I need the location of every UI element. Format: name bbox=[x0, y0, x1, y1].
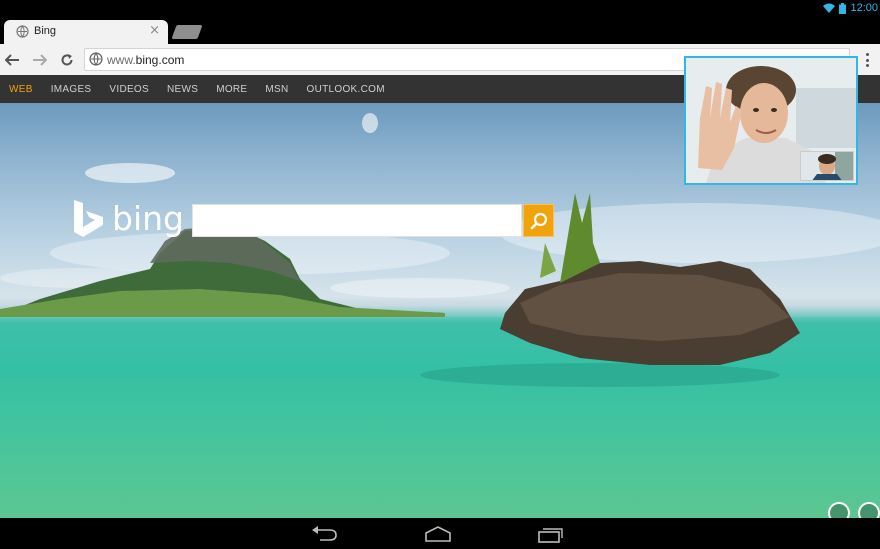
bing-logo-text: bing bbox=[112, 198, 184, 238]
self-video-feed[interactable] bbox=[800, 151, 854, 181]
recents-icon[interactable] bbox=[536, 525, 566, 543]
globe-icon bbox=[89, 52, 103, 66]
new-tab-button[interactable] bbox=[171, 25, 203, 39]
url-prefix: www. bbox=[107, 53, 136, 67]
nav-web[interactable]: WEB bbox=[0, 84, 42, 95]
nav-outlook[interactable]: OUTLOOK.COM bbox=[298, 84, 394, 95]
status-time: 12:00 bbox=[850, 2, 878, 14]
back-button[interactable] bbox=[2, 50, 22, 70]
video-call-window[interactable] bbox=[684, 56, 858, 185]
bing-logo[interactable]: bing bbox=[73, 199, 184, 238]
url-text: www.bing.com bbox=[107, 53, 184, 67]
reload-button[interactable] bbox=[57, 50, 77, 70]
url-host: bing.com bbox=[135, 53, 185, 67]
self-portrait bbox=[801, 152, 853, 180]
menu-icon[interactable] bbox=[866, 53, 870, 67]
info-icon[interactable] bbox=[828, 502, 850, 518]
system-nav-bar bbox=[0, 518, 880, 549]
globe-icon bbox=[16, 25, 29, 38]
tab-title: Bing bbox=[34, 25, 57, 37]
nav-news[interactable]: NEWS bbox=[158, 84, 207, 95]
battery-icon bbox=[839, 2, 847, 14]
status-bar: 12:00 bbox=[0, 0, 880, 16]
fullscreen-icon[interactable] bbox=[858, 502, 880, 518]
wifi-icon bbox=[823, 3, 836, 13]
tab-strip: Bing × bbox=[0, 16, 880, 44]
close-icon[interactable]: × bbox=[149, 23, 160, 39]
forward-button[interactable] bbox=[29, 50, 49, 70]
nav-more[interactable]: MORE bbox=[207, 84, 256, 95]
search-icon bbox=[530, 212, 547, 229]
back-icon bbox=[4, 54, 19, 66]
reload-icon bbox=[61, 54, 73, 66]
tab-bing[interactable]: Bing × bbox=[4, 20, 168, 44]
home-icon[interactable] bbox=[423, 525, 453, 543]
nav-msn[interactable]: MSN bbox=[256, 84, 297, 95]
nav-images[interactable]: IMAGES bbox=[42, 84, 101, 95]
status-icons: 12:00 bbox=[823, 0, 878, 16]
back-icon[interactable] bbox=[310, 525, 340, 543]
bing-b-icon bbox=[74, 200, 103, 237]
forward-icon bbox=[32, 54, 47, 66]
nav-videos[interactable]: VIDEOS bbox=[100, 84, 158, 95]
search-input[interactable] bbox=[192, 204, 522, 237]
search-button[interactable] bbox=[523, 204, 554, 237]
corner-icons bbox=[828, 502, 880, 518]
